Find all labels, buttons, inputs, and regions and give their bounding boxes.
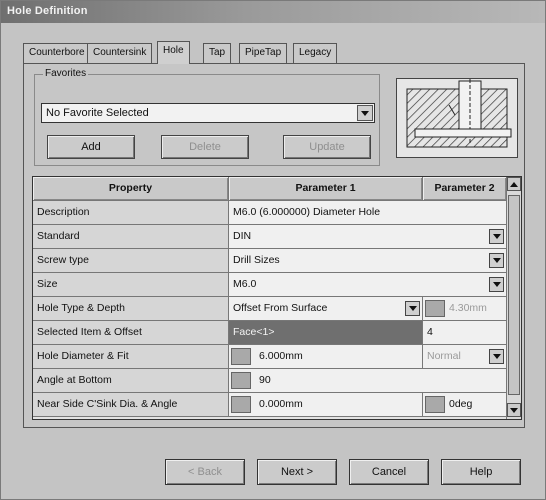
- table-row: Description M6.0 (6.000000) Diameter Hol…: [33, 201, 507, 225]
- favorites-label: Favorites: [43, 68, 89, 79]
- hole-diameter-field[interactable]: 6.000mm: [229, 345, 423, 369]
- table-row: Screw type Drill Sizes: [33, 249, 507, 273]
- table-row: Standard DIN: [33, 225, 507, 249]
- csink-diameter-icon: [231, 396, 251, 413]
- hole-tab-panel: Favorites No Favorite Selected Add Delet…: [23, 63, 525, 428]
- grid-scrollbar[interactable]: [506, 177, 521, 419]
- next-button[interactable]: Next >: [257, 459, 337, 485]
- chevron-down-icon[interactable]: [357, 105, 373, 121]
- scroll-thumb[interactable]: [508, 195, 520, 395]
- tab-counterbore[interactable]: Counterbore: [23, 43, 91, 63]
- add-favorite-button[interactable]: Add: [47, 135, 135, 159]
- tab-legacy[interactable]: Legacy: [293, 43, 338, 63]
- chevron-down-icon[interactable]: [405, 301, 420, 316]
- table-row: Size M6.0: [33, 273, 507, 297]
- angle-at-bottom-field[interactable]: 90: [229, 369, 507, 393]
- favorites-group: Favorites No Favorite Selected Add Delet…: [34, 68, 380, 166]
- csink-diameter-field[interactable]: 0.000mm: [229, 393, 423, 417]
- property-grid: Property Parameter 1 Parameter 2 Descrip…: [32, 176, 522, 420]
- property-label: Description: [33, 201, 229, 225]
- hole-type-dropdown[interactable]: Offset From Surface: [229, 297, 423, 321]
- update-favorite-button[interactable]: Update: [283, 135, 371, 159]
- window-title: Hole Definition: [7, 5, 88, 17]
- header-parameter-2: Parameter 2: [423, 177, 507, 201]
- chevron-down-icon[interactable]: [489, 277, 504, 292]
- favorites-dropdown[interactable]: No Favorite Selected: [41, 103, 375, 123]
- depth-icon: [425, 300, 445, 317]
- chevron-down-icon[interactable]: [489, 349, 504, 364]
- delete-favorite-button[interactable]: Delete: [161, 135, 249, 159]
- cancel-button[interactable]: Cancel: [349, 459, 429, 485]
- property-label: Size: [33, 273, 229, 297]
- table-row: Angle at Bottom 90: [33, 369, 507, 393]
- hole-preview-image: [396, 78, 518, 158]
- header-parameter-1: Parameter 1: [229, 177, 423, 201]
- favorites-selected-value: No Favorite Selected: [46, 107, 149, 119]
- property-label: Angle at Bottom: [33, 369, 229, 393]
- chevron-down-icon[interactable]: [489, 253, 504, 268]
- offset-field[interactable]: 4: [423, 321, 507, 345]
- help-button[interactable]: Help: [441, 459, 521, 485]
- header-property: Property: [33, 177, 229, 201]
- size-dropdown[interactable]: M6.0: [229, 273, 507, 297]
- back-button[interactable]: < Back: [165, 459, 245, 485]
- property-label: Hole Type & Depth: [33, 297, 229, 321]
- depth-field[interactable]: 4.30mm: [423, 297, 507, 321]
- property-label: Near Side C'Sink Dia. & Angle: [33, 393, 229, 417]
- hole-definition-dialog: Hole Definition Counterbore Countersink …: [0, 0, 546, 500]
- tab-tap[interactable]: Tap: [203, 43, 232, 63]
- standard-dropdown[interactable]: DIN: [229, 225, 507, 249]
- hole-section-drawing: [406, 79, 512, 148]
- table-row: Hole Type & Depth Offset From Surface 4.…: [33, 297, 507, 321]
- diameter-icon: [231, 348, 251, 365]
- table-row: Near Side C'Sink Dia. & Angle 0.000mm 0d…: [33, 393, 507, 417]
- property-label: Screw type: [33, 249, 229, 273]
- tab-countersink[interactable]: Countersink: [87, 43, 153, 63]
- angle-icon: [231, 372, 251, 389]
- chevron-down-icon[interactable]: [489, 229, 504, 244]
- table-row: Hole Diameter & Fit 6.000mm Normal: [33, 345, 507, 369]
- tab-hole[interactable]: Hole: [157, 41, 190, 64]
- selected-item-field[interactable]: Face<1>: [229, 321, 423, 345]
- screw-type-dropdown[interactable]: Drill Sizes: [229, 249, 507, 273]
- scroll-up-button[interactable]: [507, 177, 521, 191]
- description-field[interactable]: M6.0 (6.000000) Diameter Hole: [229, 201, 507, 225]
- grid-header: Property Parameter 1 Parameter 2: [33, 177, 507, 201]
- table-row: Selected Item & Offset Face<1> 4: [33, 321, 507, 345]
- csink-angle-field[interactable]: 0deg: [423, 393, 507, 417]
- tab-pipetap[interactable]: PipeTap: [239, 43, 288, 63]
- property-label: Standard: [33, 225, 229, 249]
- title-bar: Hole Definition: [1, 1, 545, 23]
- csink-angle-icon: [425, 396, 445, 413]
- scroll-down-button[interactable]: [507, 403, 521, 417]
- fit-dropdown[interactable]: Normal: [423, 345, 507, 369]
- property-label: Selected Item & Offset: [33, 321, 229, 345]
- property-label: Hole Diameter & Fit: [33, 345, 229, 369]
